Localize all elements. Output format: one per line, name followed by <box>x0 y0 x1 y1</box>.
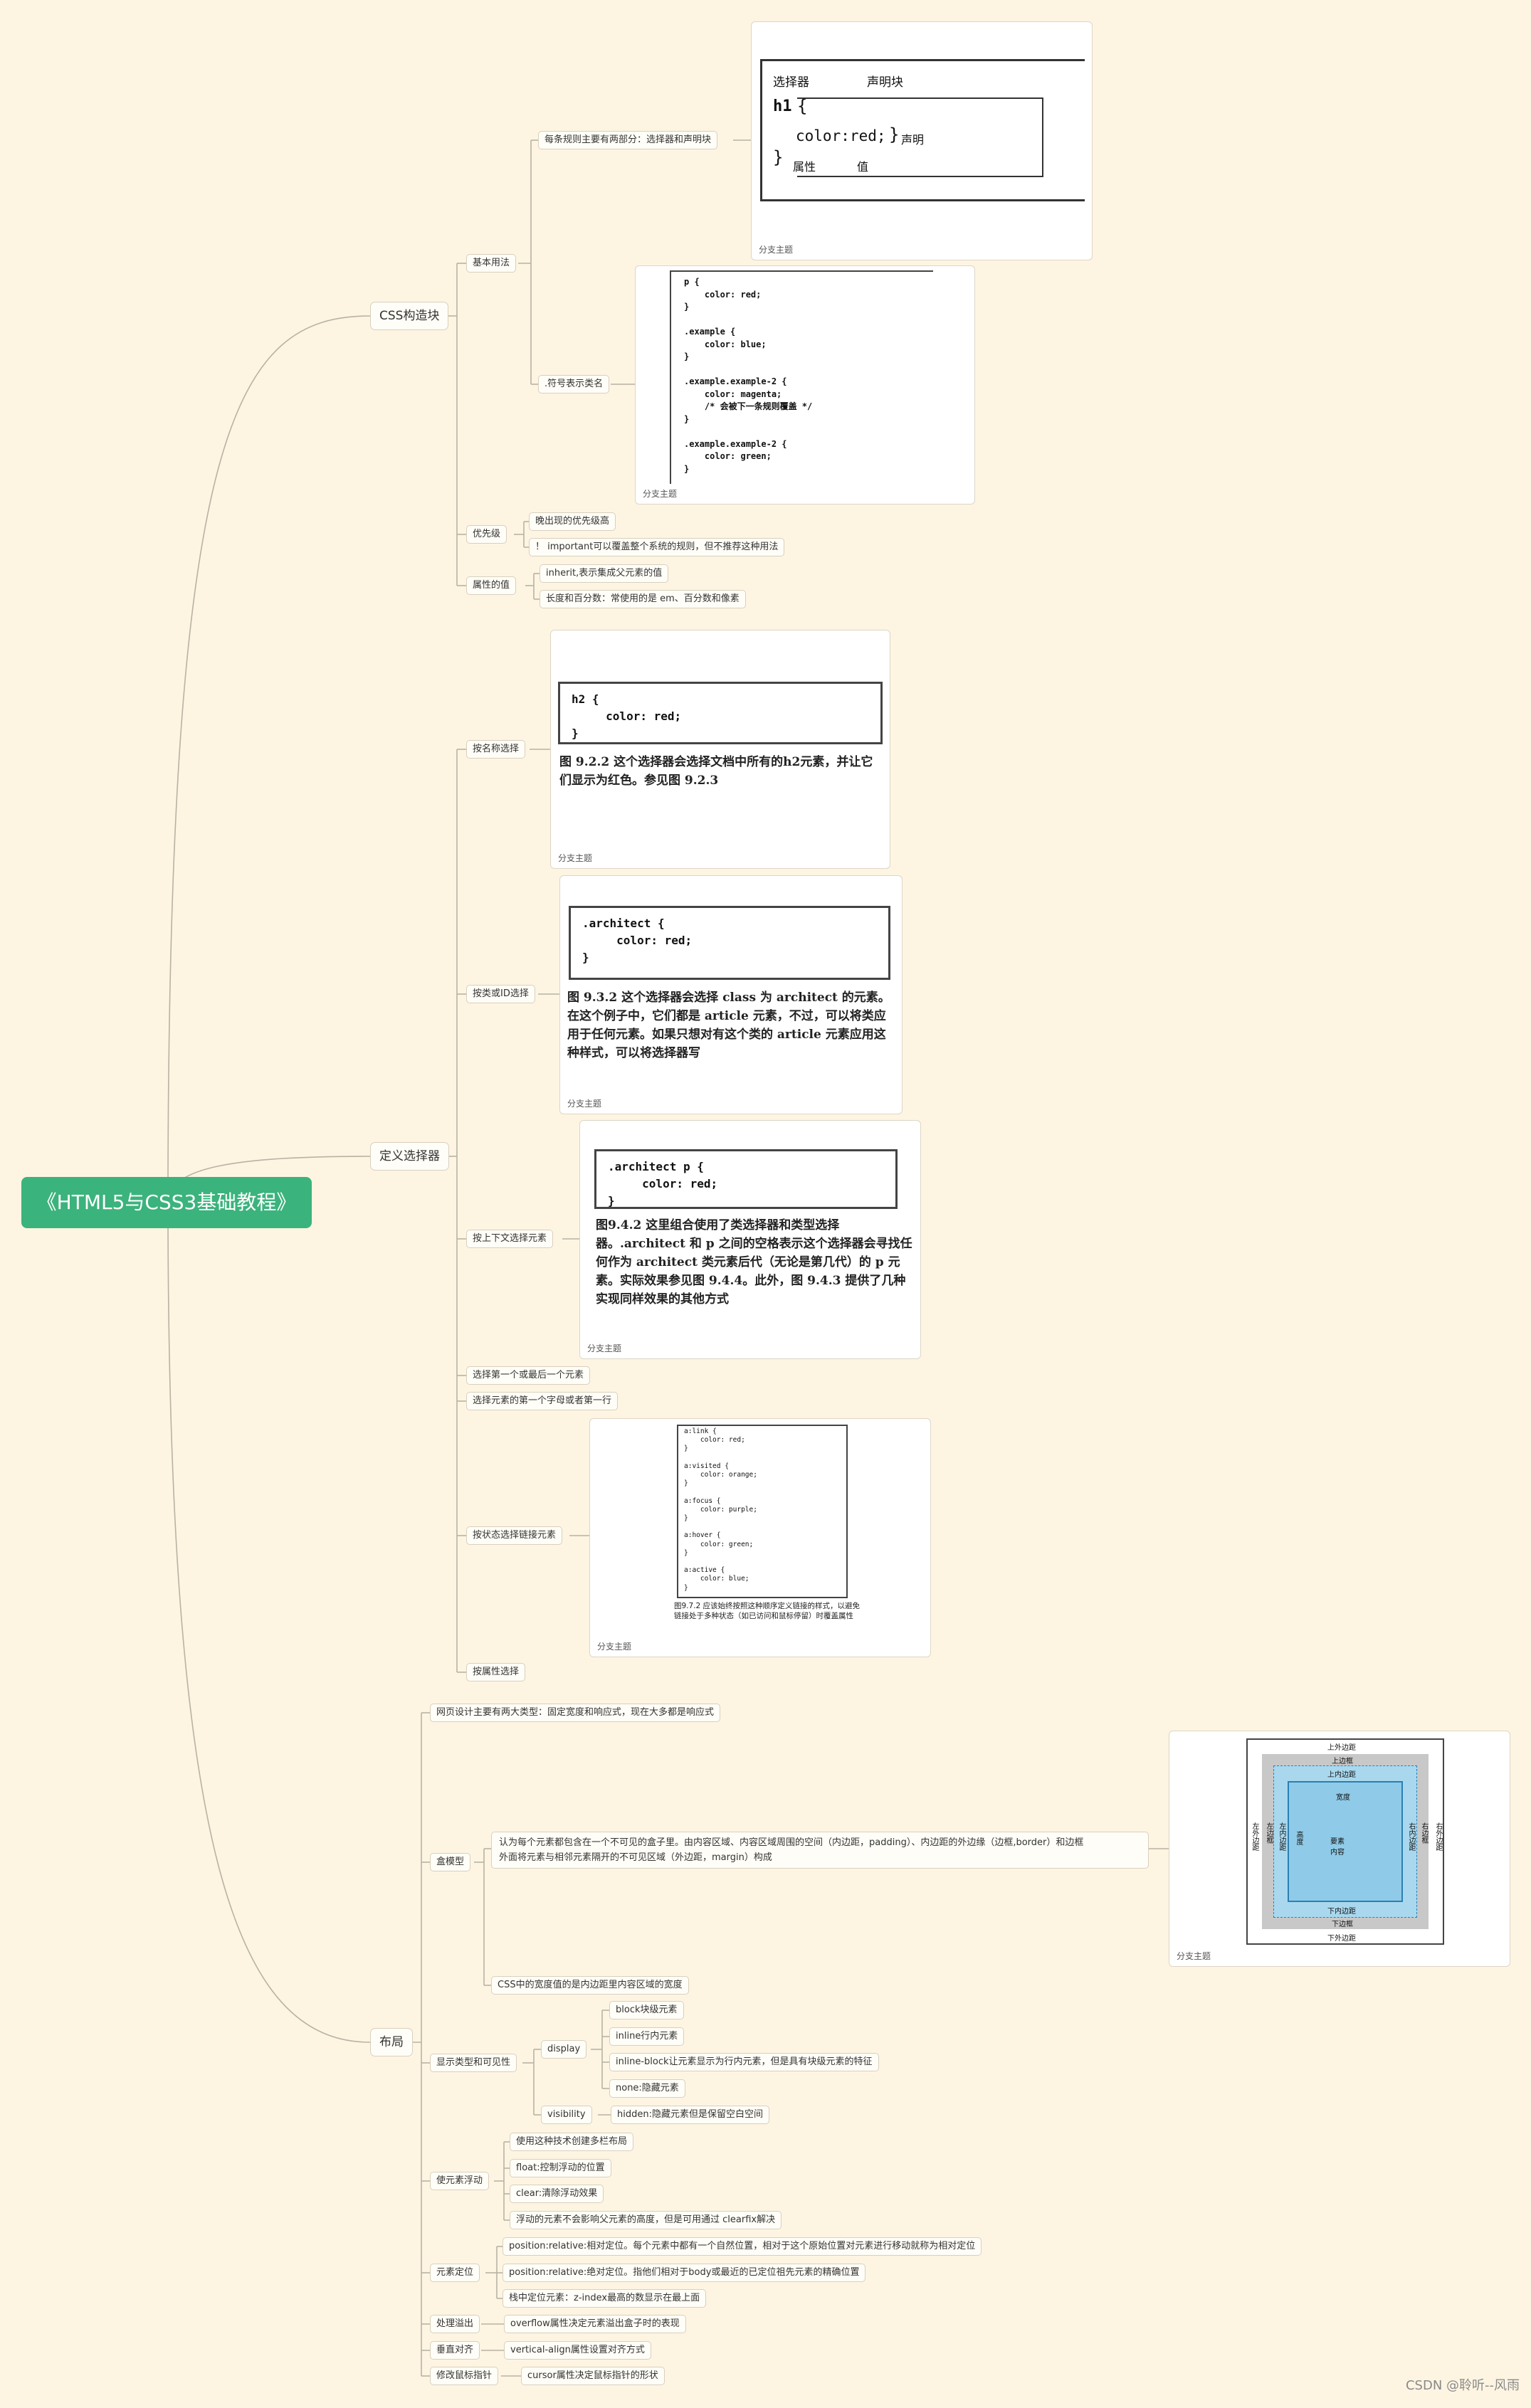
topic-display-item[interactable]: inline-block让元素显示为行内元素，但是具有块级元素的特征 <box>609 2053 879 2071</box>
architect-code-box: .architect { color: red; } <box>569 906 890 980</box>
topic-display-item[interactable]: block块级元素 <box>609 2001 684 2019</box>
link-figure-caption: 图9.7.2 应该始终按照这种顺序定义链接的样式，以避免链接处于多种状态（如已访… <box>674 1602 861 1620</box>
topic-select-by-attr[interactable]: 按属性选择 <box>466 1663 526 1681</box>
rule-diagram-attr-label: 属性 <box>793 160 816 174</box>
topic-box-width[interactable]: CSS中的宽度值的是内边距里内容区域的宽度 <box>491 1976 689 1995</box>
topic-display[interactable]: display <box>541 2040 587 2059</box>
card-caption: 分支主题 <box>567 1099 602 1109</box>
topic-display-item[interactable]: inline行内元素 <box>609 2027 685 2046</box>
rule-diagram-property: color: <box>796 127 850 144</box>
label-border-top: 上边框 <box>1332 1758 1353 1765</box>
class-code-text: p { color: red; } .example { color: blue… <box>684 277 813 474</box>
topic-visibility-item[interactable]: hidden:隐藏元素但是保留空白空间 <box>611 2106 769 2124</box>
topic-position-item[interactable]: position:relative:绝对定位。指他们相对于body或最近的已定位… <box>503 2264 866 2282</box>
box-desc-line-2: 外面将元素与相邻元素隔开的不可见区域（外边距，margin）构成 <box>499 1852 772 1863</box>
rule-diagram-value-label: 值 <box>857 160 869 174</box>
topic-rule-parts[interactable]: 每条规则主要有两部分：选择器和声明块 <box>538 131 718 149</box>
topic-define-selectors[interactable]: 定义选择器 <box>370 1142 449 1171</box>
context-figure-caption: 图9.4.2 这里组合使用了类选择器和类型选择器。.architect 和 p … <box>596 1218 912 1306</box>
topic-float-item[interactable]: 使用这种技术创建多栏布局 <box>510 2133 634 2151</box>
label-padding-bottom: 下内边距 <box>1327 1908 1356 1916</box>
h2-code-box: h2 { color: red; } <box>558 682 883 744</box>
card-caption: 分支主题 <box>597 1642 632 1652</box>
topic-priority-item[interactable]: 晚出现的优先级高 <box>529 512 616 531</box>
rule-diagram-declaration-label: 声明 <box>901 133 925 147</box>
topic-css-building-blocks[interactable]: CSS构造块 <box>370 302 449 330</box>
image-card-rule-diagram[interactable]: 选择器 声明块 h1 { color: red; } 声明 } 属性 值 分支主… <box>751 21 1093 260</box>
card-caption: 分支主题 <box>587 1343 622 1353</box>
rule-diagram-value: red; <box>850 127 886 144</box>
topic-select-by-name[interactable]: 按名称选择 <box>466 740 526 759</box>
topic-positioning[interactable]: 元素定位 <box>430 2264 480 2282</box>
rule-diagram-h1: h1 <box>773 97 792 115</box>
label-padding-top: 上内边距 <box>1327 1771 1356 1779</box>
label-content: 要素内容 <box>1330 1838 1345 1857</box>
label-border-bottom: 下边框 <box>1332 1921 1353 1928</box>
topic-select-by-context[interactable]: 按上下文选择元素 <box>466 1230 554 1248</box>
rule-diagram-decl-brace: } <box>889 125 900 144</box>
image-card-link-states[interactable]: a:link { color: red; } a:visited { color… <box>589 1418 931 1657</box>
topic-position-item[interactable]: 栈中定位元素：z-index最高的数显示在最上面 <box>503 2289 707 2308</box>
root-topic[interactable]: 《HTML5与CSS3基础教程》 <box>21 1177 312 1228</box>
topic-position-item[interactable]: position:relative:相对定位。每个元素中都有一个自然位置，相对于… <box>503 2237 982 2256</box>
image-card-context-selector[interactable]: .architect p { color: red; } 图9.4.2 这里组合… <box>579 1120 921 1359</box>
topic-basic-usage[interactable]: 基本用法 <box>466 254 517 273</box>
rule-diagram-close-brace: } <box>773 147 784 167</box>
topic-display-visibility[interactable]: 显示类型和可见性 <box>430 2054 517 2072</box>
topic-cursor[interactable]: 修改鼠标指针 <box>430 2367 499 2385</box>
topic-select-first-letter[interactable]: 选择元素的第一个字母或者第一行 <box>466 1392 619 1410</box>
card-caption: 分支主题 <box>643 489 678 499</box>
label-margin-right: 右外边距 <box>1434 1822 1442 1851</box>
architect-figure-caption: 图 9.3.2 这个选择器会选择 class 为 architect 的元素。在… <box>567 991 890 1060</box>
topic-property-values[interactable]: 属性的值 <box>466 576 517 595</box>
rule-diagram-block-label: 声明块 <box>867 75 903 90</box>
label-margin-left: 左外边距 <box>1251 1822 1258 1851</box>
topic-select-by-class-id[interactable]: 按类或ID选择 <box>466 985 535 1003</box>
label-border-left: 左边框 <box>1265 1822 1273 1844</box>
topic-float-item[interactable]: 浮动的元素不会影响父元素的高度，但是可用通过 clearfix解决 <box>510 2211 782 2229</box>
card-caption: 分支主题 <box>558 853 593 863</box>
topic-dot-class[interactable]: .符号表示类名 <box>538 375 610 394</box>
topic-layout-types[interactable]: 网页设计主要有两大类型：固定宽度和响应式，现在大多都是响应式 <box>430 1704 721 1722</box>
topic-priority-item[interactable]: ！ important可以覆盖整个系统的规则，但不推荐这种用法 <box>529 538 785 556</box>
topic-value-item[interactable]: inherit,表示集成父元素的值 <box>540 564 669 583</box>
topic-select-first-last[interactable]: 选择第一个或最后一个元素 <box>466 1366 591 1385</box>
topic-box-model[interactable]: 盒模型 <box>430 1853 471 1871</box>
label-padding-left: 左内边距 <box>1278 1822 1285 1851</box>
card-caption: 分支主题 <box>759 245 794 255</box>
topic-layout[interactable]: 布局 <box>370 2028 413 2056</box>
topic-vertical-align-item[interactable]: vertical-align属性设置对齐方式 <box>504 2341 651 2360</box>
label-margin-bottom: 下外边距 <box>1327 1935 1356 1943</box>
label-border-right: 右边框 <box>1420 1822 1428 1844</box>
topic-float-item[interactable]: clear:清除浮动效果 <box>510 2185 604 2203</box>
label-padding-right: 右内边距 <box>1407 1822 1415 1851</box>
topic-visibility[interactable]: visibility <box>541 2106 592 2124</box>
link-code-text: a:link { color: red; } a:visited { color… <box>684 1427 757 1592</box>
topic-priority[interactable]: 优先级 <box>466 525 507 544</box>
rule-diagram-selector-label: 选择器 <box>773 75 809 90</box>
label-margin-top: 上外边距 <box>1327 1744 1356 1752</box>
topic-box-model-desc[interactable]: 认为每个元素都包含在一个不可见的盒子里。由内容区域、内容区域周围的空间（内边距，… <box>491 1832 1149 1869</box>
context-code-box: .architect p { color: red; } <box>594 1149 898 1209</box>
card-caption: 分支主题 <box>1177 1951 1211 1961</box>
label-width: 宽度 <box>1336 1794 1350 1802</box>
h2-figure-caption: 图 9.2.2 这个选择器会选择文档中所有的h2元素，并让它们显示为红色。参见图… <box>559 755 873 788</box>
topic-overflow-item[interactable]: overflow属性决定元素溢出盒子时的表现 <box>504 2315 686 2333</box>
topic-display-item[interactable]: none:隐藏元素 <box>609 2079 685 2098</box>
topic-select-by-state[interactable]: 按状态选择链接元素 <box>466 1526 563 1545</box>
image-card-class-selector[interactable]: .architect { color: red; } 图 9.3.2 这个选择器… <box>559 875 903 1114</box>
image-card-h2-selector[interactable]: h2 { color: red; } 图 9.2.2 这个选择器会选择文档中所有… <box>550 630 890 869</box>
topic-float[interactable]: 使元素浮动 <box>430 2172 490 2190</box>
watermark: CSDN @聆听--风雨 <box>1405 2378 1520 2393</box>
topic-value-item[interactable]: 长度和百分数：常使用的是 em、百分数和像素 <box>540 590 746 608</box>
topic-cursor-item[interactable]: cursor属性决定鼠标指针的形状 <box>521 2367 665 2385</box>
topic-float-item[interactable]: float:控制浮动的位置 <box>510 2159 611 2177</box>
label-height: 高度 <box>1295 1831 1303 1845</box>
image-card-box-model[interactable]: 上外边距 上边框 上内边距 宽度 高度 要素内容 下内边距 下边框 下外边距 左… <box>1169 1731 1510 1967</box>
topic-overflow[interactable]: 处理溢出 <box>430 2315 480 2333</box>
box-desc-line-1: 认为每个元素都包含在一个不可见的盒子里。由内容区域、内容区域周围的空间（内边距，… <box>499 1837 1084 1848</box>
topic-vertical-align[interactable]: 垂直对齐 <box>430 2341 480 2360</box>
image-card-class-code[interactable]: p { color: red; } .example { color: blue… <box>635 265 975 505</box>
